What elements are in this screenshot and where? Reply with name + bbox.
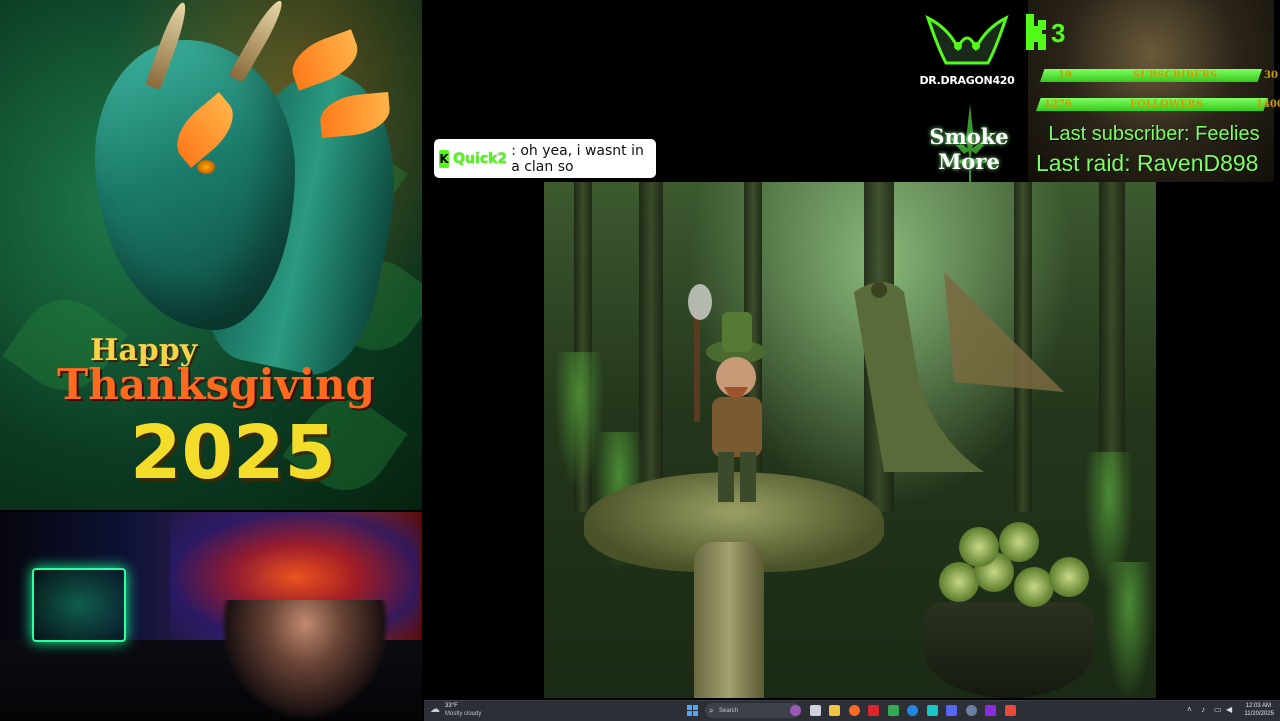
kick-badge-icon: K: [439, 149, 450, 168]
subscribers-current: 19: [1058, 70, 1072, 81]
weather-description[interactable]: Mostly cloudy: [445, 711, 481, 717]
last-subscriber: Last subscriber: Feelies: [1048, 123, 1260, 145]
task-view-icon[interactable]: [809, 705, 821, 716]
plant-bud: [999, 522, 1039, 562]
windows-start-icon[interactable]: [687, 705, 698, 716]
plant-bud: [939, 562, 979, 602]
plant-bud: [1014, 567, 1054, 607]
mushroom-stem: [694, 542, 764, 698]
search-placeholder: Search: [719, 707, 739, 714]
steam-icon[interactable]: [965, 705, 977, 716]
kick-icon: [1026, 14, 1046, 50]
search-icon: ⌕: [709, 706, 714, 715]
chrome-icon[interactable]: [887, 705, 899, 716]
cauldron: [924, 602, 1094, 698]
file-explorer-icon[interactable]: [829, 705, 840, 716]
greeting-holiday: Thanksgiving: [57, 360, 375, 409]
chat-text: : oh yea, i wasnt in a clan so: [511, 142, 644, 175]
gaming-pc-case: [32, 568, 126, 642]
forest-artwork: [544, 182, 1156, 698]
channel-name: DR.DRAGON420: [919, 74, 1015, 87]
widgets-icon[interactable]: [790, 705, 801, 716]
viewer-count: 3: [1051, 18, 1066, 48]
forest-dragon-figure: [854, 272, 1064, 472]
network-icon[interactable]: ▭: [1214, 705, 1222, 714]
plant-bud: [959, 527, 999, 567]
chevron-up-icon[interactable]: ˄: [1187, 705, 1192, 714]
chat-username: Quick2: [453, 150, 508, 167]
browser-icon[interactable]: [926, 705, 938, 716]
weather-cloud-icon[interactable]: ☁: [430, 704, 442, 715]
volume-icon[interactable]: ◀: [1226, 705, 1232, 714]
dragon-eye: [197, 160, 215, 174]
plant-bud: [1049, 557, 1089, 597]
chat-message: K Quick2 : oh yea, i wasnt in a clan so: [434, 139, 656, 178]
clock-time[interactable]: 12:03 AM: [1243, 703, 1271, 709]
subscribers-goal: 30: [1264, 70, 1278, 81]
streamer: [220, 600, 390, 720]
weather-temperature[interactable]: 33°F: [445, 703, 458, 709]
last-raid: Last raid: RavenD898: [1036, 150, 1259, 176]
tagline: Smoke More: [929, 124, 1009, 174]
clock-date[interactable]: 11/20/2025: [1236, 711, 1274, 717]
followers-label: FOLLOWERS: [1130, 99, 1203, 110]
greeting-year: 2025: [130, 410, 336, 496]
streamlabs-icon[interactable]: [1004, 705, 1016, 716]
opera-icon[interactable]: [868, 705, 879, 716]
discord-icon[interactable]: [946, 705, 957, 716]
firefox-icon[interactable]: [848, 705, 860, 716]
followers-current: 1276: [1044, 99, 1072, 110]
followers-goal: 1400: [1256, 99, 1280, 110]
taskbar-search-input[interactable]: Search: [705, 703, 801, 718]
fern-plant: [1104, 562, 1154, 698]
subscribers-label: SUBSCRIBERS: [1133, 70, 1218, 81]
leprechaun-figure: [688, 284, 766, 502]
app-icon[interactable]: [985, 705, 996, 716]
edge-icon[interactable]: [907, 705, 918, 716]
microphone-icon[interactable]: ♪: [1201, 705, 1205, 714]
